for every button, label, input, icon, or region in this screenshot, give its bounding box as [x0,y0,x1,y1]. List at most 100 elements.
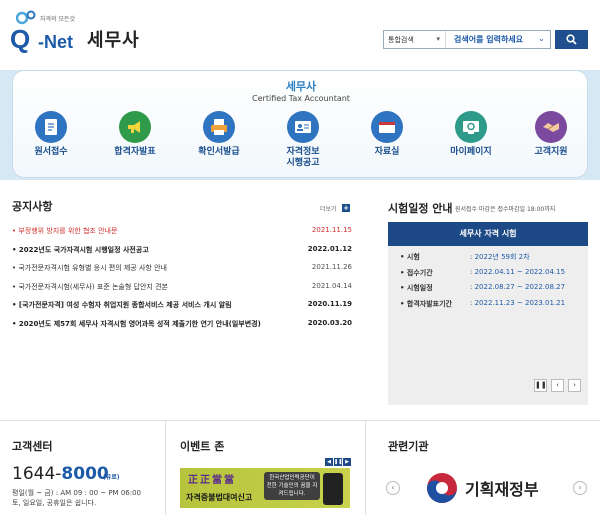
notice-more-link[interactable]: 더보기 [320,204,337,213]
chevron-down-icon: ▾ [436,35,440,43]
nav-label: 합격자발표 [114,147,156,157]
banner-subtitle: Certified Tax Accountant [252,94,350,103]
schedule-rows: • 시험 : 2022년 59회 2차 • 접수기간 : 2022.04.11 … [400,252,578,314]
schedule-value: : 2022년 59회 2차 [470,253,530,261]
schedule-box: 세무사 자격 시험 • 시험 : 2022년 59회 2차 • 접수기간 : 2… [388,222,588,405]
logo-net: -Net [38,32,73,52]
notice-date: 2022.01.12 [307,244,352,253]
event-banner-caption: 한국산업인력공단이 전한 기술인의 꿈을 지켜드립니다. [264,472,320,500]
id-card-icon [287,111,319,143]
logo-q: Q [10,24,30,54]
pause-icon[interactable]: ❚❚ [534,379,547,392]
nav-application[interactable]: 원서접수 [13,111,89,177]
monitor-icon [455,111,487,143]
list-item[interactable]: • 2022년도 국가자격시험 시행일정 사전공고 2022.01.12 [12,243,352,262]
list-item[interactable]: • 부정행위 방지를 위한 협조 안내문 2021.11.15 [12,224,352,243]
schedule-title: 시험일정 안내 [388,202,453,215]
notice-text: • 국가전문자격시험 유형별 응시 편의 제공 사항 안내 [12,264,167,272]
search-input[interactable] [448,31,548,48]
event-zone-title: 이벤트 존 [180,440,225,453]
taegeuk-icon [427,473,457,503]
nav-qualification-info[interactable]: 자격정보 시행공고 [265,111,341,177]
chevron-left-icon[interactable]: ◀ [325,458,333,466]
column-divider [365,420,366,515]
list-item[interactable]: • 2020년도 제57회 세무사 자격시험 영어과목 성적 제출기한 연기 안… [12,317,352,336]
column-divider [165,420,166,515]
search-type-select[interactable]: 통합검색 ▾ [384,31,446,48]
plus-icon[interactable]: + [342,204,350,212]
toll-badge: (유료) [103,474,120,481]
schedule-note: 원서접수 마감은 접수마감일 18:00까지 [455,206,556,213]
document-icon [35,111,67,143]
notice-date: 2021.11.26 [311,263,352,271]
banner-title: 세무사 [285,80,317,93]
customer-center-title: 고객센터 [12,440,53,453]
nav-customer-support[interactable]: 고객지원 [513,111,589,177]
printer-icon [203,111,235,143]
notice-date: 2021.04.14 [311,281,352,290]
event-banner-text: 자격증불법대여신고 [186,493,253,502]
search-button[interactable] [555,30,588,49]
nav-label: 마이페이지 [450,147,492,157]
folder-icon [371,111,403,143]
notice-date: 2020.03.20 [307,318,352,327]
schedule-row: • 시험일정 : 2022.08.27 ~ 2022.08.27 [400,283,578,299]
schedule-box-title: 세무사 자격 시험 [388,222,588,246]
customer-phone[interactable]: 1644-8000 [12,464,109,484]
search-bar: 통합검색 ▾ ⌄ [383,30,551,49]
related-org-name: 기획재정부 [465,480,539,499]
pause-icon[interactable]: ❚❚ [334,458,342,466]
chevron-down-icon[interactable]: ⌄ [538,34,545,43]
related-orgs-title: 관련기관 [388,440,429,453]
notice-text: • 국가전문자격시험(세무사) 표준 논술형 답안지 견본 [12,282,168,291]
main-banner: 세무사 Certified Tax Accountant 원서접수 합격자발표 … [12,70,588,178]
nav-my-page[interactable]: 마이페이지 [433,111,509,177]
nav-label: 확인서발급 [198,147,240,157]
notice-date: 2020.11.19 [307,300,352,308]
schedule-label: • 합격자발표기간 [400,299,453,308]
notice-text: • 2020년도 제57회 세무사 자격시험 영어과목 성적 제출기한 연기 안… [12,319,261,328]
nav-label: 자료실 [374,147,400,157]
nav-label: 고객지원 [534,147,568,157]
notice-text: • 2022년도 국가자격시험 시행일정 사전공고 [12,245,149,254]
list-item[interactable]: • 국가전문자격시험(세무사) 표준 논술형 답안지 견본 2021.04.14 [12,280,352,299]
related-org-logo[interactable]: 기획재정부 [425,470,555,506]
list-item[interactable]: • 국가전문자격시험 유형별 응시 편의 제공 사항 안내 2021.11.26 [12,261,352,280]
qnet-logo[interactable]: 자격의 모든것 Q -Net [10,10,85,60]
nav-label: 자격정보 시행공고 [286,147,320,168]
schedule-value: : 2022.04.11 ~ 2022.04.15 [470,267,566,276]
schedule-label: • 시험일정 [400,284,433,292]
schedule-label: • 시험 [400,253,420,261]
notice-text: • 부정행위 방지를 위한 협조 안내문 [12,227,118,235]
event-banner[interactable]: 正正當當 자격증불법대여신고 한국산업인력공단이 전한 기술인의 꿈을 지켜드립… [180,468,350,508]
schedule-value: : 2022.08.27 ~ 2022.08.27 [470,283,566,291]
nav-certificate-issue[interactable]: 확인서발급 [181,111,257,177]
nav-data-room[interactable]: 자료실 [349,111,425,177]
megaphone-icon [119,111,151,143]
chevron-right-icon[interactable]: ▶ [343,458,351,466]
schedule-row: • 접수기간 : 2022.04.11 ~ 2022.04.15 [400,268,578,284]
section-divider [0,420,600,421]
event-banner-headline: 正正當當 [188,475,236,486]
notice-date: 2021.11.15 [311,226,352,234]
schedule-label: • 접수기간 [400,268,433,277]
site-title: 세무사 [87,30,140,51]
header: 자격의 모든것 Q -Net 세무사 통합검색 ▾ ⌄ [0,0,600,66]
chevron-right-icon[interactable]: › [573,481,587,495]
nav-pass-announcement[interactable]: 합격자발표 [97,111,173,177]
chevron-left-icon[interactable]: ‹ [386,481,400,495]
chevron-right-icon[interactable]: › [568,379,581,392]
chevron-left-icon[interactable]: ‹ [551,379,564,392]
nav-label: 원서접수 [34,147,68,157]
logo-tagline: 자격의 모든것 [40,16,76,23]
handshake-icon [535,111,567,143]
search-icon [566,34,577,45]
search-type-label: 통합검색 [388,36,414,44]
customer-hours: 평일(월 ~ 금) : AM 09 : 00 ~ PM 06:00 토, 일요일… [12,489,141,507]
notice-title: 공지사항 [12,200,53,213]
schedule-row: • 합격자발표기간 : 2022.11.23 ~ 2023.01.21 [400,299,578,315]
notice-list: • 부정행위 방지를 위한 협조 안내문 2021.11.15 • 2022년도… [12,224,352,335]
schedule-row: • 시험 : 2022년 59회 2차 [400,252,578,268]
list-item[interactable]: • [국가전문자격] 여성 수험자 취업지원 종합서비스 제공 서비스 개시 알… [12,298,352,317]
notice-text: • [국가전문자격] 여성 수험자 취업지원 종합서비스 제공 서비스 개시 알… [12,301,232,309]
